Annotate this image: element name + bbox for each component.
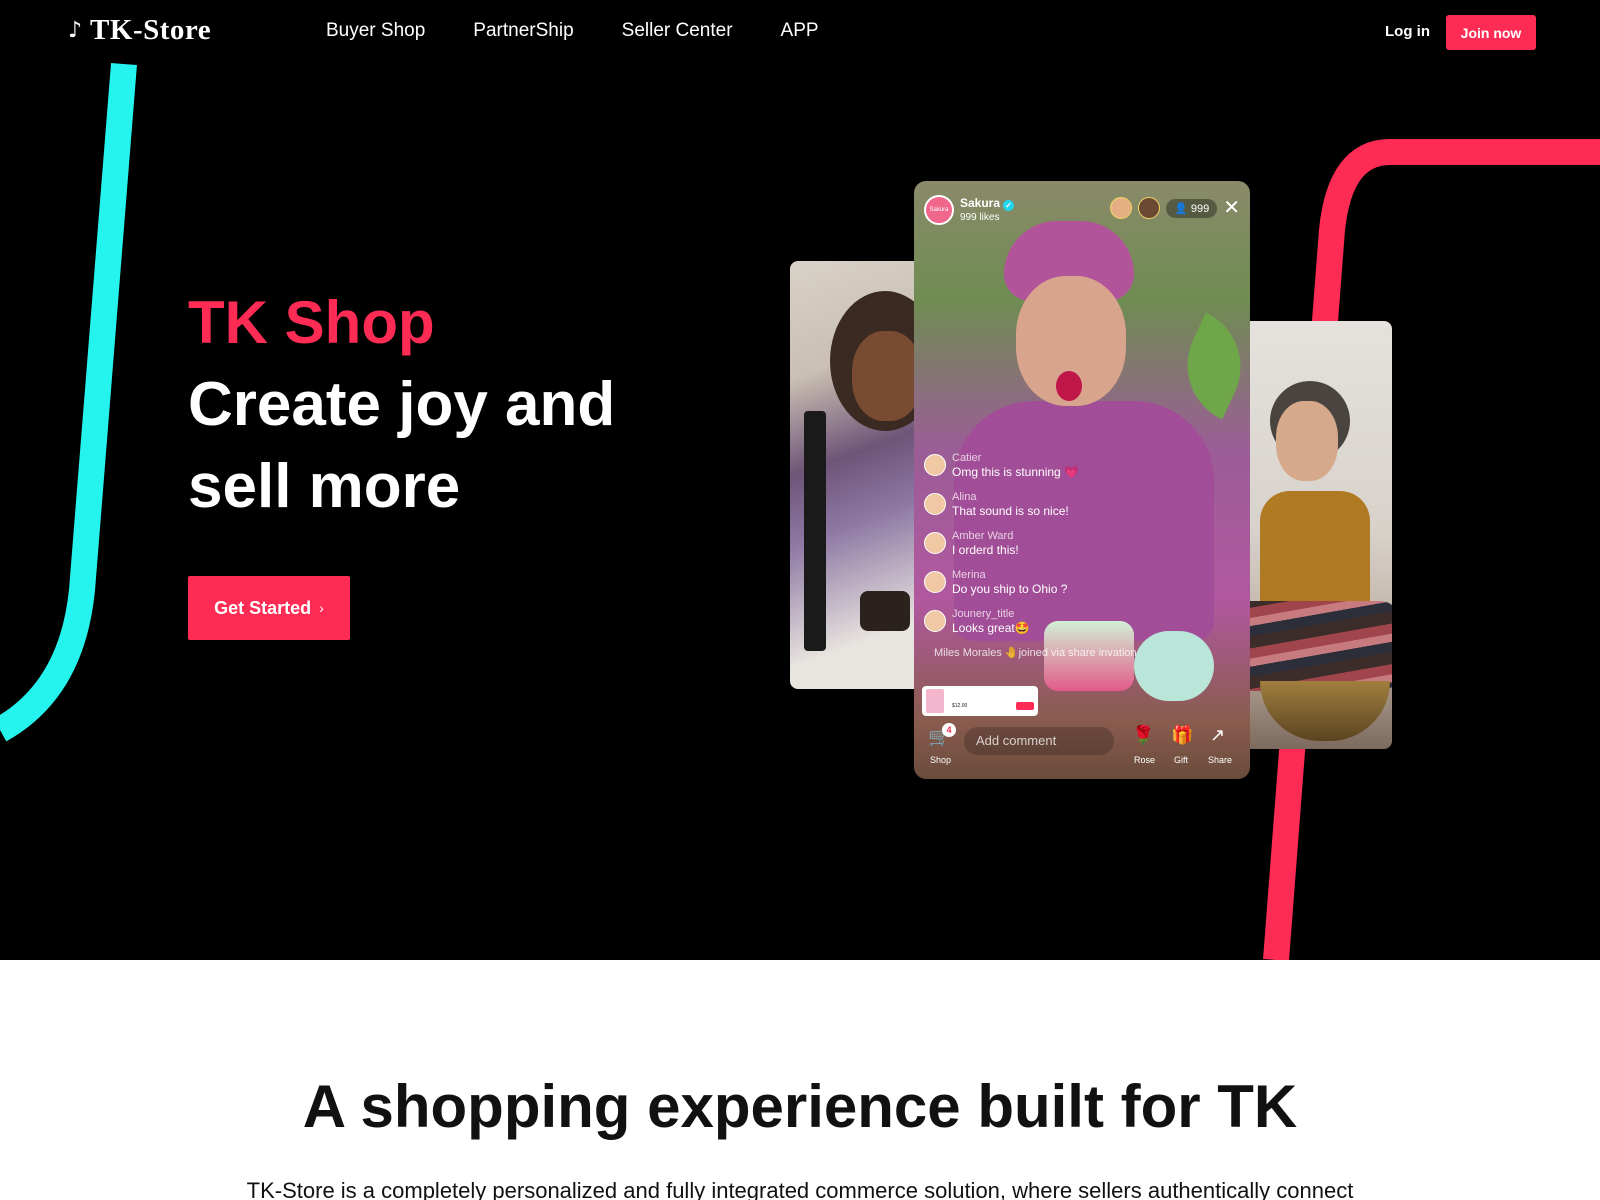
hero-kicker: TK Shop	[188, 289, 435, 356]
product-jar	[860, 591, 910, 631]
cyan-ribbon	[0, 62, 137, 742]
comment-item: Jounery_title Looks great🤩	[924, 607, 1137, 637]
live-comments: Catier Omg this is stunning 💗 Alina That…	[924, 451, 1137, 659]
pinned-product-card[interactable]: $12.00	[922, 686, 1038, 716]
brand-name: TK-Store	[90, 14, 212, 46]
main-nav: Buyer Shop PartnerShip Seller Center APP	[326, 20, 867, 42]
comment-item: Merina Do you ship to Ohio ?	[924, 568, 1137, 598]
host-meta: Sakura ✓ 999 likes	[960, 195, 1015, 224]
nav-partnership[interactable]: PartnerShip	[473, 20, 573, 42]
top-navigation: ♪ TK-Store Buyer Shop PartnerShip Seller…	[0, 0, 1600, 64]
commenter-avatar	[924, 571, 946, 593]
comment-item: Alina That sound is so nice!	[924, 490, 1137, 520]
nav-buyer-shop[interactable]: Buyer Shop	[326, 20, 425, 42]
share-label: Share	[1208, 755, 1233, 765]
product-price: $12.00	[952, 703, 968, 709]
cart-count-badge: 4	[942, 723, 956, 737]
hero-section: TK Shop Create joy and sell more Get Sta…	[0, 0, 1600, 960]
woman-face	[1276, 401, 1338, 481]
comment-text: Do you ship to Ohio ?	[952, 582, 1068, 596]
live-bottom-bar: 🛒 4 Shop Add comment 🌹 Rose 🎁 Gift ↗ Sha…	[914, 721, 1250, 771]
rose-icon[interactable]: 🌹	[1132, 725, 1154, 746]
product-buy-button[interactable]	[1016, 702, 1034, 710]
comment-text: I orderd this!	[952, 543, 1019, 557]
section-description: TK-Store is a completely personalized an…	[246, 1178, 1354, 1200]
commenter-name: Catier	[952, 452, 982, 464]
join-now-button[interactable]: Join now	[1446, 15, 1536, 50]
comment-text: Looks great🤩	[952, 621, 1030, 635]
nav-app[interactable]: APP	[781, 20, 819, 42]
nav-seller-center[interactable]: Seller Center	[622, 20, 733, 42]
phone-tripod	[804, 411, 826, 651]
commenter-name: Amber Ward	[952, 530, 1014, 542]
plant-leaf	[1167, 312, 1250, 420]
brand-logo[interactable]: ♪ TK-Store	[68, 14, 211, 47]
host-name-row: Sakura ✓	[960, 195, 1015, 211]
commenter-name: Alina	[952, 491, 977, 503]
top-viewer-avatar[interactable]	[1110, 197, 1133, 219]
comment-text: Omg this is stunning 💗	[952, 465, 1079, 479]
rose-label: Rose	[1134, 755, 1156, 765]
music-note-icon: ♪	[68, 17, 83, 43]
comment-text: That sound is so nice!	[952, 504, 1069, 518]
share-icon[interactable]: ↗	[1210, 725, 1225, 746]
add-comment-input[interactable]: Add comment	[964, 727, 1114, 755]
comment-item: Amber Ward I orderd this!	[924, 529, 1137, 559]
login-link[interactable]: Log in	[1385, 23, 1430, 40]
viewer-count: 👤 999	[1166, 198, 1218, 218]
commenter-name: Jounery_title	[952, 608, 1015, 620]
live-top-right: 👤 999 ✕	[1110, 197, 1240, 219]
live-stream-phone: Sakura Sakura✓ 999 likes 👤 999 ✕ Catier	[914, 181, 1250, 779]
get-started-label: Get Started	[214, 597, 312, 618]
singing-bowl	[1260, 681, 1390, 741]
person-icon: 👤	[1174, 202, 1188, 215]
creator-photo-card	[790, 261, 932, 689]
host-name: Sakura	[960, 195, 1001, 210]
hero-title: Create joy and sell more	[188, 370, 616, 521]
viewer-count-value: 999	[1190, 202, 1210, 215]
hero-text: TK Shop Create joy and sell more Get Sta…	[188, 290, 668, 640]
verified-icon: ✓	[1003, 199, 1015, 211]
commenter-avatar	[924, 532, 946, 554]
live-host-info[interactable]: Sakura Sakura ✓ 999 likes	[924, 195, 1015, 225]
get-started-button[interactable]: Get Started ›	[188, 576, 350, 640]
host-likes: 999 likes	[960, 211, 1000, 223]
commenter-avatar	[924, 610, 946, 632]
close-icon[interactable]: ✕	[1223, 198, 1240, 218]
creator-face	[852, 331, 922, 421]
gift-icon[interactable]: 🎁	[1171, 725, 1193, 746]
product-thumbnail	[926, 689, 944, 713]
cosmetic-jar-round	[1134, 631, 1214, 701]
section-title: A shopping experience built for TK	[302, 1073, 1298, 1140]
host-avatar[interactable]: Sakura	[924, 195, 954, 225]
host-mouth	[1056, 371, 1082, 401]
chevron-right-icon: ›	[319, 600, 324, 616]
commenter-avatar	[924, 454, 946, 476]
shop-label: Shop	[930, 755, 952, 765]
comment-item: Catier Omg this is stunning 💗	[924, 451, 1137, 481]
gift-label: Gift	[1174, 755, 1189, 765]
commenter-avatar	[924, 493, 946, 515]
shopping-experience-section: A shopping experience built for TK TK-St…	[0, 960, 1600, 1200]
join-notice: Miles Morales 🤚joined via share invation	[934, 647, 1137, 659]
top-viewer-avatar[interactable]	[1138, 197, 1161, 219]
commenter-name: Merina	[952, 569, 986, 581]
